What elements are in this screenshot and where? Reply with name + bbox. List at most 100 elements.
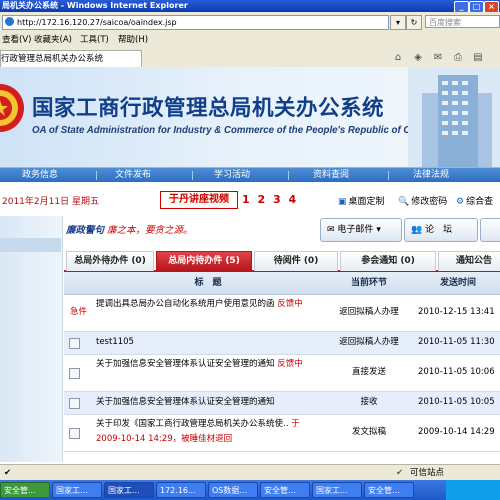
email-button[interactable]: ✉ 电子邮件 ▾	[320, 218, 402, 242]
taskbar-item[interactable]: 国家工...	[312, 482, 362, 498]
menu-view[interactable]: 查看(V)	[2, 32, 31, 49]
row-time: 2010-11-05 10:06	[418, 367, 495, 377]
taskbar-item[interactable]: 国家工...	[52, 482, 102, 498]
monitor-icon: ▣	[338, 197, 347, 207]
motto-prefix: 廉政警句	[66, 225, 105, 236]
nav-gov-info[interactable]: 政务信息	[22, 168, 58, 183]
building-image	[408, 67, 500, 167]
row-title[interactable]: 关于加强信息安全管理体系认证安全管理的通知	[96, 395, 275, 410]
gear-icon: ⚙	[456, 197, 465, 207]
nav-study[interactable]: 学习活动	[214, 168, 250, 183]
taskbar-item[interactable]: 国家工...	[104, 482, 154, 498]
page-numbers[interactable]: 1 2 3 4	[242, 193, 298, 206]
change-password-label: 修改密码	[411, 197, 448, 207]
portal-link[interactable]: ⚙ 综合查	[456, 194, 493, 207]
menu-favorites[interactable]: 收藏夹(A)	[34, 32, 72, 49]
email-icon: ✉	[327, 225, 335, 235]
close-button[interactable]: ×	[484, 1, 499, 12]
maximize-button[interactable]: □	[469, 1, 484, 12]
main-nav: 政务信息 文件发布 学习活动 资料查阅 法律法规	[0, 167, 500, 183]
sidebar-item[interactable]	[0, 238, 61, 252]
page-status-icon: ✔	[4, 468, 12, 478]
nav-laws[interactable]: 法律法规	[413, 168, 449, 183]
tab-to-read[interactable]: 待阅件 (0)	[254, 251, 338, 271]
people-icon: 👥	[411, 225, 423, 235]
desktop-custom-label: 桌面定制	[348, 197, 385, 207]
row-time: 2010-11-05 10:05	[418, 397, 495, 407]
task-label: 安全管...	[264, 486, 296, 495]
row-title[interactable]: 关于印发《国家工商行政管理总局机关办公系统使.. 于2009-10-14 14:…	[96, 417, 320, 447]
nav-divider	[388, 171, 389, 180]
dropdown-arrow-icon[interactable]: ▾	[390, 15, 406, 30]
forum-button[interactable]: 👥 论 坛	[404, 218, 478, 242]
search-input[interactable]: 百度搜索	[425, 15, 500, 28]
row-status: 反馈中	[277, 299, 303, 309]
tab-notices[interactable]: 通知公告	[438, 251, 500, 271]
tab-meetings[interactable]: 参会通知 (0)	[340, 251, 436, 271]
browser-tab-bar: 行政管理总局机关办公系统 ⌂ ◈ ✉ ⎙ ▤	[0, 49, 500, 68]
mail-icon[interactable]: ✉	[432, 52, 444, 64]
table-header: 标 题 当前环节 发送时间	[64, 272, 500, 295]
task-label: 国家工...	[56, 486, 88, 495]
nav-divider	[192, 171, 193, 180]
table-row[interactable]: 关于加强信息安全管理体系认证安全管理的通知 接收 2010-11-05 10:0…	[64, 392, 500, 415]
table-row[interactable]: 急件 提调出具总局办公自动化系统用户使用意见的函 反馈中 返回拟稿人办理 201…	[64, 295, 500, 332]
row-title[interactable]: 提调出具总局办公自动化系统用户使用意见的函 反馈中	[96, 297, 320, 312]
task-label: 安全管...	[4, 486, 36, 495]
browser-tab[interactable]: 行政管理总局机关办公系统	[0, 50, 142, 67]
forum-label: 论 坛	[425, 225, 453, 235]
menu-bar: 查看(V) 收藏夹(A) 工具(T) 帮助(H)	[0, 32, 500, 50]
window-title: 局机关办公系统 - Windows Internet Explorer	[2, 1, 188, 10]
table-row[interactable]: 关于加强信息安全管理体系认证安全管理的通知 反馈中 直接发送 2010-11-0…	[64, 355, 500, 392]
task-label: 国家工...	[108, 486, 140, 495]
taskbar-item[interactable]: 172.16...	[156, 482, 206, 498]
tab-internal[interactable]: 总局内待办件 (5)	[156, 251, 252, 271]
row-step: 直接发送	[351, 367, 386, 377]
table-row[interactable]: test1105 返回拟稿人办理 2010-11-05 11:30	[64, 332, 500, 355]
taskbar-item[interactable]: 安全管...	[364, 482, 414, 498]
table-row[interactable]: 关于印发《国家工商行政管理总局机关办公系统使.. 于2009-10-14 14:…	[64, 415, 500, 452]
security-zone: 可信站点	[410, 468, 445, 478]
refresh-icon[interactable]: ↻	[406, 15, 422, 30]
row-step: 接收	[360, 397, 378, 407]
emblem-logo	[0, 84, 24, 132]
video-lecture-button[interactable]: 于丹讲座视频	[160, 191, 238, 209]
taskbar-item[interactable]: 安全管...	[260, 482, 310, 498]
desktop-custom-link[interactable]: ▣ 桌面定制	[338, 194, 385, 207]
tab-external[interactable]: 总局外待办件 (0)	[66, 251, 154, 271]
row-time: 2010-12-15 13:41	[418, 307, 495, 317]
taskbar-item[interactable]: OS数据...	[208, 482, 258, 498]
task-label: OS数据...	[212, 486, 248, 495]
urgent-badge: 急件	[70, 307, 88, 317]
feeds-icon[interactable]: ◈	[412, 52, 424, 64]
status-bar: ✔ ✔ 可信站点	[0, 464, 500, 481]
row-title[interactable]: test1105	[96, 335, 134, 350]
task-label: 国家工...	[316, 486, 348, 495]
row-time: 2009-10-14 14:29	[418, 427, 495, 437]
minimize-button[interactable]: _	[454, 1, 469, 12]
row-time: 2010-11-05 11:30	[418, 337, 495, 347]
home-icon[interactable]: ⌂	[392, 52, 404, 64]
change-password-link[interactable]: 🔍 修改密码	[398, 194, 447, 207]
nav-divider	[288, 171, 289, 180]
row-status: 反馈中	[277, 359, 303, 369]
address-bar[interactable]: http://172.16.120.27/saicoa/oaindex.jsp	[2, 15, 389, 30]
more-button[interactable]	[480, 218, 500, 242]
banner-subtitle: OA of State Administration for Industry …	[32, 125, 431, 136]
motto-text: 廉之本，要贪之源。	[107, 225, 193, 236]
start-button[interactable]: 安全管...	[0, 482, 50, 498]
menu-tools[interactable]: 工具(T)	[80, 32, 109, 49]
menu-help[interactable]: 帮助(H)	[118, 32, 148, 49]
left-sidebar	[0, 216, 63, 462]
nav-file-release[interactable]: 文件发布	[115, 168, 151, 183]
row-title[interactable]: 关于加强信息安全管理体系认证安全管理的通知 反馈中	[96, 357, 320, 372]
banner: 国家工商行政管理总局机关办公系统 OA of State Administrat…	[0, 67, 500, 167]
col-time: 发送时间	[439, 278, 476, 288]
chevron-down-icon: ▾	[376, 225, 381, 235]
nav-materials[interactable]: 资料查阅	[313, 168, 349, 183]
row-step: 返回拟稿人办理	[339, 337, 399, 347]
system-tray	[446, 480, 500, 500]
page-icon[interactable]: ▤	[472, 52, 484, 64]
search-icon: 🔍	[398, 197, 410, 207]
print-icon[interactable]: ⎙	[452, 52, 464, 64]
